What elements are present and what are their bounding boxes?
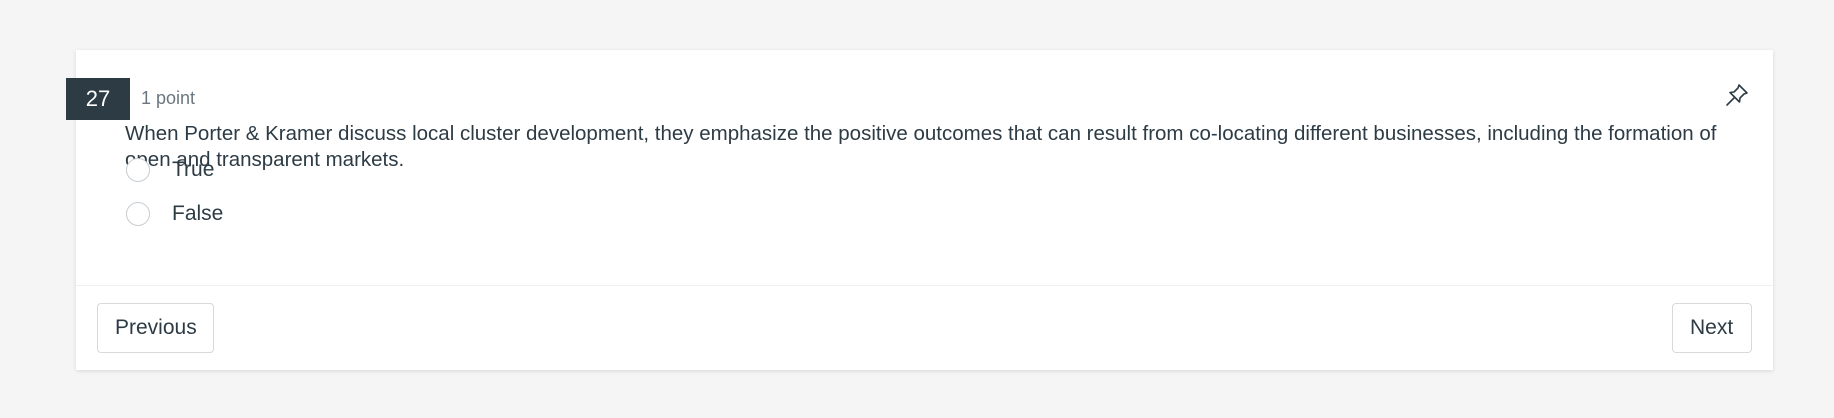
radio-button-true[interactable]	[126, 158, 150, 182]
question-number-badge: 27	[66, 78, 130, 120]
answer-option-false[interactable]: False	[126, 199, 223, 229]
pin-icon[interactable]	[1724, 82, 1750, 108]
question-text: When Porter & Kramer discuss local clust…	[125, 122, 1717, 171]
previous-button[interactable]: Previous	[97, 303, 214, 353]
answer-label-true: True	[172, 158, 215, 181]
question-points: 1 point	[141, 88, 196, 108]
next-button[interactable]: Next	[1672, 303, 1752, 353]
radio-button-false[interactable]	[126, 202, 150, 226]
footer-divider	[76, 285, 1773, 286]
answer-option-true[interactable]: True	[126, 155, 214, 185]
question-card: 27 1 point When Porter & Kramer discuss …	[66, 50, 1773, 370]
answer-label-false: False	[172, 202, 224, 225]
